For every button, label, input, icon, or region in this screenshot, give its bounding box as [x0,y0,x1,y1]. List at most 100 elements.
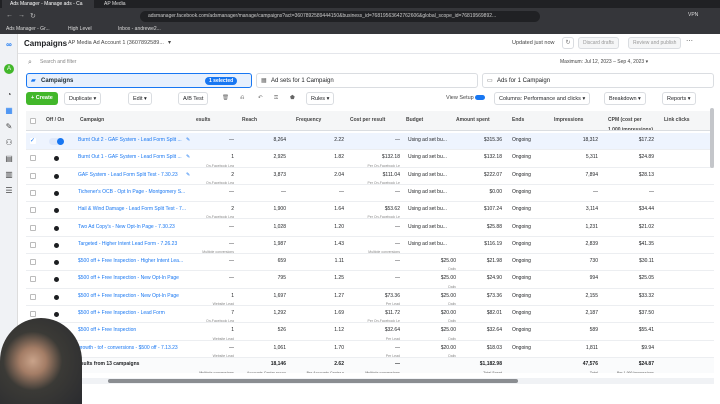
reports-icon[interactable]: ▥ [4,170,14,180]
column-header[interactable]: Off / On [44,111,74,130]
table-row[interactable]: ✓ Burnt Out 2 - GAF System - Lead Form Sp… [26,133,714,151]
campaign-toggle[interactable] [54,208,59,214]
bookmark-high-level[interactable]: High Level [68,25,92,34]
search-input[interactable]: ⌕ Search and filter [26,57,546,68]
campaign-toggle[interactable] [54,173,59,179]
row-checkbox[interactable] [30,259,36,266]
campaign-name-value[interactable]: Hail & Wind Damage - Lead Form Split Tes… [78,206,186,212]
undo-icon[interactable]: ↶ [258,92,263,105]
campaign-name-value[interactable]: Two Ad Copy's - New Opt-In Page - 7.30.2… [78,224,175,230]
discard-drafts-button[interactable]: Discard drafts [578,37,619,49]
account-selector[interactable]: AP Media Ad Account 1 (3607892589... [68,40,164,46]
table-row[interactable]: GAF System - Lead Form Split Test - 7.30… [26,168,714,185]
column-header[interactable]: Reach [240,111,286,130]
rules-button[interactable]: Rules ▾ [306,92,335,105]
table-row[interactable]: $500 off + Free Inspection - Lead Form 7 O… [26,306,714,324]
campaign-toggle[interactable] [54,260,59,266]
column-header[interactable]: esults [194,111,234,130]
vertical-scrollbar[interactable] [710,108,714,168]
row-checkbox[interactable] [30,311,36,317]
reports-button[interactable]: Reports ▾ [662,92,696,105]
columns-button[interactable]: Columns: Performance and clicks ▾ [494,92,591,105]
row-checkbox[interactable] [30,155,36,162]
column-header[interactable]: Link clicks [662,111,712,130]
row-checkbox[interactable] [30,293,36,300]
tab-campaigns[interactable]: ▰ Campaigns 1 selected [26,73,252,88]
campaign-name-value[interactable]: $500 off + Free Inspection [78,327,136,333]
campaign-name[interactable]: Two Ad Copy's - New Opt-In Page - 7.30.2… [78,220,188,236]
create-button[interactable]: + Create [26,92,58,105]
more-options-icon[interactable]: ⋯ [686,37,693,45]
table-row[interactable]: $500 off + Free Inspection 1 Website Lead 5… [26,323,714,341]
campaign-toggle[interactable] [54,225,59,231]
tag-icon[interactable]: ⬟ [290,92,295,105]
selected-count-badge[interactable]: 1 selected [205,77,238,85]
row-checkbox[interactable] [30,172,36,179]
column-header[interactable]: Ends [510,111,546,130]
billing-icon[interactable]: ▤ [4,154,14,164]
campaign-name[interactable]: Hail & Wind Damage - Lead Form Split Tes… [78,202,188,218]
refresh-icon[interactable]: ↻ [562,37,574,49]
campaign-name[interactable]: $500 off + Free Inspection [78,323,188,339]
table-row[interactable]: Tichener's OCB - Opt In Page - Montgomer… [26,185,714,203]
delete-icon[interactable]: 🗑 [222,92,229,105]
campaign-name[interactable]: Burnt Out 1 - GAF System - Lead Form Spl… [78,150,188,166]
row-checkbox[interactable]: ✓ [30,138,36,144]
account-avatar[interactable]: A [4,64,14,74]
campaign-name[interactable]: $500 off + Free Inspection - New Opt-In … [78,289,188,305]
reload-icon[interactable]: ↻ [30,12,36,20]
more-icon[interactable]: ☰ [4,186,14,196]
bookmark-inbox[interactable]: Inbox - andrewe2... [118,25,161,34]
row-checkbox[interactable] [30,241,36,248]
campaign-name[interactable]: $500 off + Free Inspection - New Opt-In … [78,271,188,287]
browser-tab-ap-media[interactable]: AP Media [96,0,186,8]
ab-test-button[interactable]: A/B Test [178,92,209,105]
table-row[interactable]: Two Ad Copy's - New Opt-In Page - 7.30.2… [26,220,714,237]
campaign-toggle[interactable] [54,312,59,317]
column-header[interactable]: Campaign [78,111,190,130]
duplicate-button[interactable]: Duplicate ▾ [64,92,102,105]
campaign-name-value[interactable]: $500 off + Free Inspection - Higher Inte… [78,258,183,264]
url-field[interactable]: adsmanager.facebook.com/adsmanager/manag… [140,11,540,22]
column-header[interactable]: Amount spent [454,111,502,130]
campaign-name-value[interactable]: $500 off + Free Inspection - New Opt-In … [78,293,179,299]
browser-tab-ads-manager[interactable]: Ads Manager - Manage ads - Ca [2,0,94,8]
campaign-toggle[interactable] [54,156,59,162]
breakdown-button[interactable]: Breakdown ▾ [604,92,646,105]
column-header[interactable]: CPM (cost per 1,000 impressions) [606,111,656,130]
view-setup-toggle[interactable]: View Setup [446,92,486,105]
column-header[interactable]: Frequency [294,111,344,130]
column-header[interactable]: Cost per result [348,111,400,130]
column-header[interactable]: Budget [404,111,454,130]
forward-icon[interactable]: → [18,12,25,19]
campaign-toggle[interactable] [49,138,64,145]
review-publish-button[interactable]: Review and publish [628,37,682,49]
campaigns-icon[interactable]: ▦ [4,106,14,116]
table-row[interactable]: $500 off + Free Inspection - New Opt-In … [26,289,714,306]
row-checkbox[interactable] [30,207,36,214]
select-all-checkbox[interactable] [30,118,36,124]
campaign-name[interactable]: Targeted - Higher Intent Lead Form - 7.2… [78,237,188,253]
campaign-name-value[interactable]: Targeted - Higher Intent Lead Form - 7.2… [78,241,177,247]
campaign-name-value[interactable]: Burnt Out 2 - GAF System - Lead Form Spl… [78,137,182,143]
lock-icon[interactable]: ⚿ [274,92,278,105]
edit-button[interactable]: Edit ▾ [128,92,152,105]
table-row[interactable]: $500 off + Free Inspection - New Opt-In … [26,271,714,289]
table-row[interactable]: $500 off + Free Inspection - Higher Inte… [26,254,714,272]
campaign-name-value[interactable]: growth - tof - conversions - $500 off - … [78,345,178,351]
tab-ads[interactable]: ▭ Ads for 1 Campaign [482,73,714,88]
tab-ad-sets[interactable]: ▦ Ad sets for 1 Campaign [256,73,478,88]
campaign-toggle[interactable] [54,277,59,283]
bookmark-ads-manager[interactable]: Ads Manager - Gr... [6,25,50,34]
campaign-name[interactable]: growth - tof - conversions - $500 off - … [78,341,188,357]
table-row[interactable]: Hail & Wind Damage - Lead Form Split Tes… [26,202,714,220]
events-icon[interactable]: ✎ [4,122,14,132]
campaign-toggle[interactable] [54,294,59,300]
discard-icon[interactable]: ⎌ [240,92,244,105]
campaign-name[interactable]: Tichener's OCB - Opt In Page - Montgomer… [78,185,188,201]
column-header[interactable]: Impressions [552,111,598,130]
table-row[interactable]: Burnt Out 1 - GAF System - Lead Form Spl… [26,150,714,168]
campaign-toggle[interactable] [54,242,59,248]
audiences-icon[interactable]: ⚇ [4,138,14,148]
table-row[interactable]: growth - tof - conversions - $500 off - … [26,341,714,358]
